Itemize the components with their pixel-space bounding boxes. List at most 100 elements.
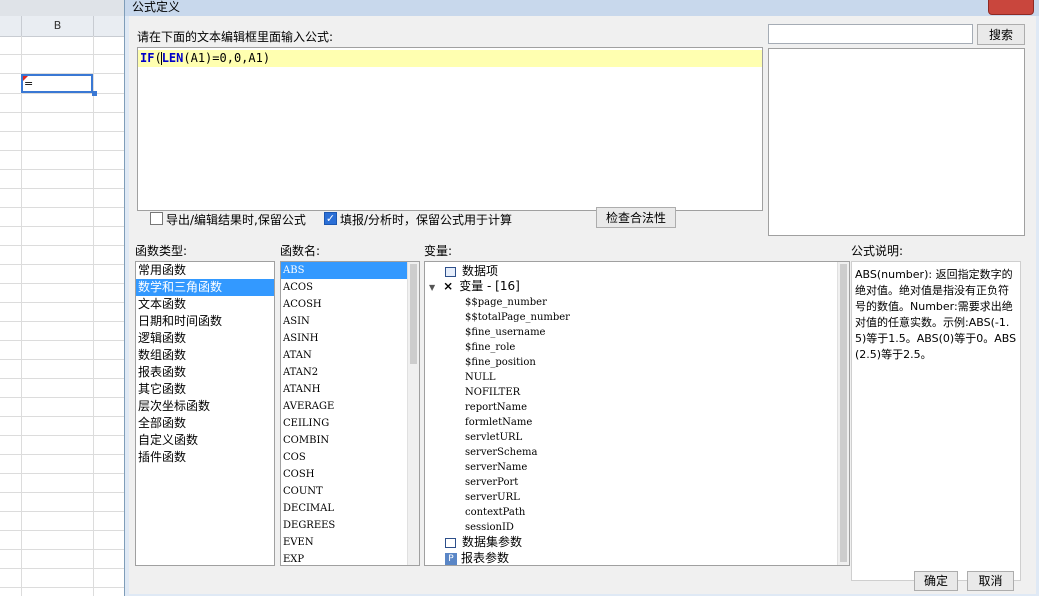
function-type-item[interactable]: 报表函数 (136, 364, 274, 381)
formula-editor[interactable]: IF(LEN(A1)=0,0,A1) (137, 47, 763, 211)
function-name-item[interactable]: AVERAGE (281, 398, 419, 415)
dialog-body: 请在下面的文本编辑框里面输入公式: IF(LEN(A1)=0,0,A1) 搜索 … (129, 16, 1036, 594)
function-name-item[interactable]: COSH (281, 466, 419, 483)
table-icon (445, 266, 456, 277)
function-type-item[interactable]: 层次坐标函数 (136, 398, 274, 415)
dialog-title: 公式定义 (132, 0, 181, 14)
sheet-toolbar-strip (0, 0, 124, 17)
function-type-item[interactable]: 自定义函数 (136, 432, 274, 449)
close-button[interactable] (988, 0, 1034, 15)
parameter-p-icon: P (445, 552, 457, 565)
function-name-item[interactable]: ATANH (281, 381, 419, 398)
variable-item[interactable]: reportName (465, 400, 527, 415)
formula-line: IF(LEN(A1)=0,0,A1) (138, 50, 762, 67)
column-header-a[interactable] (0, 16, 22, 37)
dataset-icon (445, 537, 456, 548)
search-button[interactable]: 搜索 (977, 24, 1025, 45)
checkmark-icon: ✓ (325, 212, 336, 225)
function-name-item[interactable]: ATAN2 (281, 364, 419, 381)
function-name-item[interactable]: ACOS (281, 279, 419, 296)
function-type-item[interactable]: 日期和时间函数 (136, 313, 274, 330)
variables-label: 变量: (424, 244, 453, 258)
editor-label: 请在下面的文本编辑框里面输入公式: (137, 30, 334, 44)
variable-item[interactable]: sessionID (465, 520, 514, 535)
variable-item[interactable]: servletURL (465, 430, 522, 445)
column-header-b[interactable]: B (22, 16, 94, 37)
tree-item-report-params[interactable]: P 报表参数 (445, 551, 510, 565)
function-type-item[interactable]: 文本函数 (136, 296, 274, 313)
variable-item[interactable]: NULL (465, 370, 495, 385)
formula-len: LEN (161, 51, 184, 65)
variable-item[interactable]: $fine_username (465, 325, 545, 340)
fill-handle[interactable] (92, 91, 97, 96)
variables-scrollbar[interactable] (837, 262, 849, 565)
tree-item-variables[interactable]: ▼ ⨯ 变量 - [16] (429, 279, 520, 294)
ok-button[interactable]: 确定 (914, 571, 958, 591)
function-type-item[interactable]: 其它函数 (136, 381, 274, 398)
column-header-b-label: B (53, 19, 62, 32)
export-checkbox-label: 导出/编辑结果时,保留公式 (166, 213, 306, 227)
function-name-item[interactable]: COMBIN (281, 432, 419, 449)
variable-item[interactable]: NOFILTER (465, 385, 520, 400)
check-validity-button[interactable]: 检查合法性 (596, 207, 676, 228)
variables-tree[interactable]: 数据项 ▼ ⨯ 变量 - [16] $$page_number $$totalPag… (424, 261, 850, 566)
scroll-thumb[interactable] (840, 264, 847, 562)
function-name-item[interactable]: ACOSH (281, 296, 419, 313)
function-type-label: 函数类型: (135, 244, 188, 258)
variable-item[interactable]: serverPort (465, 475, 518, 490)
variable-item[interactable]: $fine_role (465, 340, 515, 355)
function-name-item[interactable]: ASINH (281, 330, 419, 347)
column-header-c[interactable] (94, 16, 124, 37)
function-name-item[interactable]: ASIN (281, 313, 419, 330)
search-input[interactable] (768, 24, 973, 44)
function-name-item[interactable]: CEILING (281, 415, 419, 432)
variable-item[interactable]: $$page_number (465, 295, 547, 310)
selected-cell[interactable]: = (21, 74, 93, 93)
variable-item[interactable]: serverName (465, 460, 527, 475)
function-type-item[interactable]: 插件函数 (136, 449, 274, 466)
function-name-item[interactable]: ATAN (281, 347, 419, 364)
variable-item[interactable]: formletName (465, 415, 532, 430)
formula-dialog: 公式定义 请在下面的文本编辑框里面输入公式: IF(LEN(A1)=0,0,A1… (124, 0, 1039, 596)
collapse-arrow-icon: ▼ (429, 283, 436, 292)
function-name-item[interactable]: ABS (281, 262, 407, 279)
dialog-titlebar[interactable]: 公式定义 (125, 0, 1039, 16)
function-name-item[interactable]: EVEN (281, 534, 419, 551)
search-results[interactable] (768, 48, 1025, 236)
function-name-item[interactable]: DEGREES (281, 517, 419, 534)
formula-marker-icon (23, 76, 28, 81)
formula-description: ABS(number): 返回指定数字的绝对值。绝对值是指没有正负符号的数值。N… (851, 261, 1021, 581)
tree-label: 变量 - [16] (459, 279, 520, 293)
fill-checkbox-label: 填报/分析时，保留公式用于计算 (340, 213, 513, 227)
description-label: 公式说明: (851, 244, 904, 258)
function-name-list[interactable]: ABS ACOS ACOSH ASIN ASINH ATAN ATAN2 ATA… (280, 261, 420, 566)
function-name-item[interactable]: COUNT (281, 483, 419, 500)
tree-item-data-item[interactable]: 数据项 (445, 264, 498, 279)
variable-item[interactable]: $$totalPage_number (465, 310, 570, 325)
scroll-thumb[interactable] (410, 264, 417, 364)
function-type-item[interactable]: 全部函数 (136, 415, 274, 432)
fill-checkbox[interactable]: ✓ (324, 212, 337, 225)
function-type-item[interactable]: 数组函数 (136, 347, 274, 364)
variable-item[interactable]: $fine_position (465, 355, 536, 370)
tree-item-dataset-params[interactable]: 数据集参数 (445, 535, 522, 550)
cancel-button[interactable]: 取消 (967, 571, 1014, 591)
function-type-item[interactable]: 常用函数 (136, 262, 274, 279)
function-name-item[interactable]: DECIMAL (281, 500, 419, 517)
export-checkbox[interactable] (150, 212, 163, 225)
function-type-list[interactable]: 常用函数 数学和三角函数 文本函数 日期和时间函数 逻辑函数 数组函数 报表函数… (135, 261, 275, 566)
function-name-item[interactable]: COS (281, 449, 419, 466)
function-name-scrollbar[interactable] (407, 262, 419, 565)
variable-x-icon: ⨯ (443, 279, 454, 293)
variable-item[interactable]: contextPath (465, 505, 525, 520)
function-type-item[interactable]: 数学和三角函数 (136, 279, 274, 296)
tree-label: 数据项 (462, 264, 499, 278)
tree-label: 数据集参数 (462, 535, 523, 549)
function-name-item[interactable]: EXP (281, 551, 419, 565)
tree-label: 报表参数 (461, 551, 510, 565)
spreadsheet-area: B = (0, 0, 124, 596)
variable-item[interactable]: serverSchema (465, 445, 537, 460)
variable-item[interactable]: serverURL (465, 490, 520, 505)
function-name-label: 函数名: (280, 244, 321, 258)
function-type-item[interactable]: 逻辑函数 (136, 330, 274, 347)
